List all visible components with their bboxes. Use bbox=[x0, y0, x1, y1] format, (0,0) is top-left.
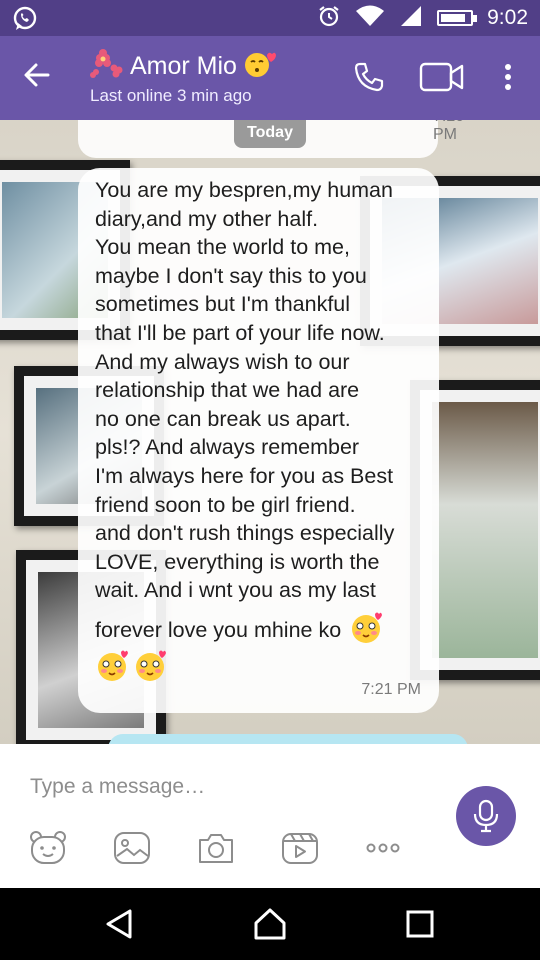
phone-icon bbox=[354, 62, 384, 92]
message-line: I'm always here for you as Best bbox=[95, 463, 394, 488]
message-composer bbox=[0, 744, 540, 888]
battery-level bbox=[441, 14, 466, 22]
date-separator: Today bbox=[234, 120, 306, 148]
message-text: You are my bespren,my human diary,and my… bbox=[95, 176, 435, 683]
alarm-icon bbox=[317, 4, 341, 33]
message-line: sometimes but I'm thankful bbox=[95, 292, 351, 317]
message-line: LOVE, everything is worth the bbox=[95, 549, 380, 574]
message-line: no one can break us apart. bbox=[95, 406, 351, 431]
recents-icon bbox=[406, 910, 434, 938]
voice-message-button[interactable] bbox=[456, 786, 516, 846]
chat-header: Amor Mio Last online 3 min ago bbox=[0, 36, 540, 120]
kiss-face-emoji-icon bbox=[243, 49, 277, 84]
wifi-icon bbox=[355, 4, 385, 33]
clock-time: 9:02 bbox=[487, 6, 528, 29]
nav-recents-button[interactable] bbox=[402, 906, 438, 942]
message-line: diary,and my other half. bbox=[95, 206, 319, 231]
message-line: pls!? And always remember bbox=[95, 435, 360, 460]
flowers-emoji-icon bbox=[90, 48, 124, 84]
love-face-emoji-icon bbox=[352, 612, 383, 643]
gif-icon bbox=[282, 833, 318, 864]
video-camera-icon bbox=[419, 62, 464, 92]
message-line: wait. And i wnt you as my last bbox=[95, 578, 376, 603]
sticker-button[interactable] bbox=[28, 828, 68, 868]
camera-icon bbox=[199, 834, 233, 863]
message-line: relationship that we had are bbox=[95, 378, 360, 403]
message-line: You are my bespren,my human bbox=[95, 178, 393, 202]
whatsapp-icon bbox=[12, 6, 38, 37]
message-line: You mean the world to me, bbox=[95, 235, 350, 260]
message-line: And my always wish to our bbox=[95, 349, 350, 374]
voice-call-button[interactable] bbox=[352, 60, 392, 96]
video-call-button[interactable] bbox=[418, 60, 468, 96]
message-time: 7:21 PM bbox=[361, 681, 421, 698]
sticker-icon bbox=[30, 831, 66, 864]
system-navigation-bar bbox=[0, 888, 540, 960]
message-line: maybe I don't say this to you bbox=[95, 263, 367, 288]
more-icon bbox=[366, 843, 400, 853]
emoji-row bbox=[95, 649, 435, 683]
status-bar: 9:02 bbox=[0, 0, 540, 36]
home-icon bbox=[254, 908, 286, 940]
love-face-emoji-icon bbox=[136, 650, 166, 681]
contact-info[interactable]: Amor Mio Last online 3 min ago bbox=[90, 48, 277, 106]
message-input[interactable] bbox=[28, 770, 428, 804]
more-vert-icon bbox=[505, 64, 511, 90]
chat-area[interactable]: 7:20 PM Today You are my bespren,my huma… bbox=[0, 120, 540, 744]
nav-home-button[interactable] bbox=[252, 906, 288, 942]
next-message-bubble[interactable] bbox=[108, 734, 468, 744]
camera-button[interactable] bbox=[196, 828, 236, 868]
microphone-icon bbox=[473, 799, 499, 833]
message-line: friend soon to be girl friend. bbox=[95, 492, 356, 517]
signal-icon bbox=[399, 4, 423, 33]
message-line: forever love you mhine ko bbox=[95, 618, 342, 643]
gif-button[interactable] bbox=[280, 828, 320, 868]
love-face-emoji-icon bbox=[98, 650, 128, 681]
back-arrow-icon bbox=[24, 63, 50, 87]
message-line: and don't rush things especially bbox=[95, 521, 395, 546]
gallery-button[interactable] bbox=[112, 828, 152, 868]
last-online-status: Last online 3 min ago bbox=[90, 86, 252, 105]
back-button[interactable] bbox=[22, 60, 62, 96]
contact-name: Amor Mio bbox=[130, 51, 237, 80]
message-bubble[interactable]: You are my bespren,my human diary,and my… bbox=[78, 168, 439, 713]
overflow-menu-button[interactable] bbox=[496, 60, 520, 96]
message-line: that I'll be part of your life now. bbox=[95, 320, 385, 345]
nav-back-button[interactable] bbox=[102, 906, 138, 942]
battery-icon bbox=[437, 10, 478, 26]
triangle-back-icon bbox=[106, 909, 132, 939]
more-options-button[interactable] bbox=[364, 828, 404, 868]
previous-message-time: 7:20 PM bbox=[433, 120, 464, 143]
gallery-icon bbox=[114, 832, 150, 864]
